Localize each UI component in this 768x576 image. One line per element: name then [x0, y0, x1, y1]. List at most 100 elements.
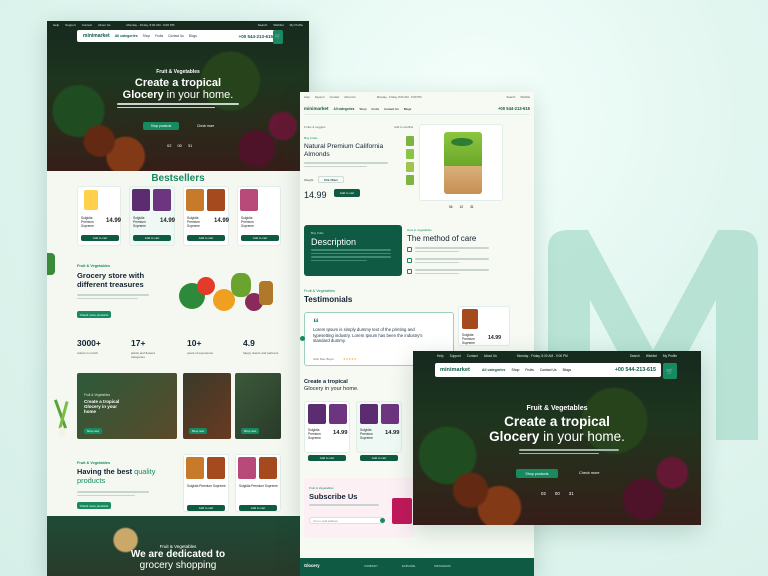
care-steps [407, 247, 489, 276]
hero-kicker: Fruit & Vegetables [156, 69, 200, 75]
product-title: Natural Premium California Almonds [304, 143, 384, 158]
logo[interactable]: minimarket [304, 106, 329, 111]
nav-link-shop[interactable]: Shop [511, 368, 519, 372]
main-nav: minimarket All categories Shop Fruits Co… [435, 363, 661, 377]
carousel-prev-icon[interactable] [300, 336, 305, 341]
product-card[interactable]: Sulgidia Premium Supreme [183, 454, 229, 512]
wishlist-link[interactable]: Add to wishlist [394, 125, 413, 129]
product-card[interactable]: Sulgidia Premium Supreme 14.99 [304, 401, 350, 453]
site-footer: Glocery COMPANY EXPLORE INSTAGRAM [300, 558, 534, 576]
care-title: The method of care [407, 234, 477, 243]
leaf-decoration [47, 253, 55, 275]
scallion-decoration [53, 399, 69, 439]
nav-link-contact[interactable]: Contact Us [540, 368, 557, 372]
product-image [153, 189, 171, 211]
hero-title: Create a tropical [504, 414, 610, 429]
nav-link-fruits[interactable]: Fruits [155, 34, 163, 38]
check-more-link[interactable]: Check more [579, 471, 599, 475]
add-to-cart-button[interactable]: Add to cart [334, 189, 360, 197]
cart-icon[interactable]: 🛒 [273, 30, 283, 44]
product-card[interactable]: Sulgidia Premium Supreme 14.99 [356, 401, 402, 453]
thumbnail[interactable] [406, 149, 414, 159]
subscribe-card: Fruit & Vegetables Subscribe Us Your e-m… [304, 478, 414, 538]
hero-title: Create a tropical [134, 77, 222, 89]
hero-copy: Fruit & Vegetables Create a tropical Glo… [413, 405, 701, 444]
vegetables-image [175, 263, 275, 325]
shop-products-button[interactable]: Shop products [143, 122, 179, 130]
breadcrumb[interactable]: Fruits & veggies [304, 125, 326, 129]
top-bar: Help Support Contact About Us Monday - F… [304, 95, 530, 99]
email-input[interactable]: Your e-mail address [309, 517, 385, 524]
add-to-cart-button[interactable]: Add to cart [187, 505, 225, 511]
categories-dropdown[interactable]: All categories [482, 368, 506, 372]
promo-banner[interactable]: Fruit & Vegetables Create a tropical Glo… [77, 373, 177, 439]
thumbnail[interactable] [406, 175, 414, 185]
nav-link-blogs[interactable]: Blogs [189, 34, 197, 38]
grocery-title: Grocery store with different treasures [77, 271, 145, 290]
logo[interactable]: minimarket [440, 367, 470, 373]
stat-categories-value: 17+ [131, 338, 146, 348]
quality-title: Having the best quality products [77, 467, 156, 485]
product-image [207, 189, 225, 211]
subscribe-product-image [392, 498, 412, 524]
top-bar: Help Support Contact About Us Monday - F… [53, 22, 303, 27]
add-to-cart-button[interactable]: Add to cart [133, 235, 171, 241]
testimonial-quote: Lorem Ipsum is simply dummy text of the … [313, 327, 423, 344]
subscribe-submit-icon[interactable] [380, 518, 385, 523]
phone-number[interactable]: +00 544-213-615 [615, 367, 656, 373]
top-bar: Help Support Contact About Us Monday - F… [437, 354, 677, 358]
product-price: 14.99 [304, 190, 327, 200]
nav-link-fruits[interactable]: Fruits [525, 368, 533, 372]
check-more-products-button[interactable]: Check more products [77, 311, 111, 318]
add-to-cart-button[interactable]: Add to cart [187, 235, 225, 241]
dedicated-title: We are dedicated to [130, 549, 226, 560]
add-to-cart-button[interactable]: Add to cart [360, 455, 398, 461]
thumbnail[interactable] [406, 136, 414, 146]
check-more-products-button[interactable]: Check more products [77, 502, 111, 509]
stat-years-value: 10+ [187, 338, 202, 348]
testimonials-title: Testimonials [304, 295, 353, 304]
categories-dropdown[interactable]: All categories [115, 34, 138, 38]
hero-timer: 02 00 31 [167, 143, 193, 148]
promo-shop-now-button[interactable]: Shop now [84, 428, 102, 434]
hero-kicker: Fruit & Vegetables [526, 405, 588, 412]
phone-number[interactable]: +00 544-213-615 [239, 34, 273, 39]
thumbnail[interactable] [406, 162, 414, 172]
countdown-timer: 04 12 31 [449, 205, 474, 209]
product-card[interactable]: Sulgidia Premium Supreme 14.99 [458, 306, 510, 346]
hero-timer: 02 00 31 [541, 491, 574, 496]
shop-products-button[interactable]: Shop products [516, 469, 558, 478]
nav-link-contact[interactable]: Contact Us [168, 34, 184, 38]
cart-icon[interactable]: 🛒 [663, 363, 677, 379]
check-more-link[interactable]: Check more [197, 124, 214, 128]
hero-mockup: Help Support Contact About Us Monday - F… [413, 351, 701, 525]
product-main-image [419, 124, 503, 201]
rating-stars: ★★★★★ [343, 357, 357, 361]
nav-link-blogs[interactable]: Blogs [563, 368, 571, 372]
bestsellers-title: Bestsellers [151, 173, 205, 184]
add-to-cart-button[interactable]: Add to cart [239, 505, 277, 511]
stat-rating-value: 4.9 [243, 338, 255, 348]
product-image [132, 189, 150, 211]
weight-select[interactable]: Pick Offers [318, 176, 344, 183]
promo-tile[interactable]: Shop now [183, 373, 231, 439]
main-nav: minimarket All categories Shop Fruits Co… [304, 103, 530, 115]
product-image [84, 190, 98, 210]
create-title: Create a tropical Glocery in your home. [304, 379, 359, 393]
product-card[interactable]: Sulgidia Premium Supreme [235, 454, 281, 512]
add-to-cart-button[interactable]: Add to cart [241, 235, 279, 241]
stat-orders-value: 3000+ [77, 338, 101, 348]
add-to-cart-button[interactable]: Add to cart [81, 235, 119, 241]
product-image [186, 189, 204, 211]
description-card: Buy fruits Description [304, 225, 402, 276]
thumbnail-strip [406, 136, 414, 190]
footer-logo[interactable]: Glocery [304, 563, 320, 568]
product-image [240, 189, 258, 211]
hero-copy: Fruit & Vegetables Create a tropical Glo… [47, 69, 309, 108]
homepage-mockup: Help Support Contact About Us Monday - F… [47, 21, 309, 576]
nav-link-shop[interactable]: Shop [143, 34, 150, 38]
main-nav: minimarket All categories Shop Fruits Co… [77, 30, 279, 42]
promo-tile[interactable]: Shop now [235, 373, 281, 439]
logo[interactable]: minimarket [83, 33, 110, 39]
add-to-cart-button[interactable]: Add to cart [308, 455, 346, 461]
